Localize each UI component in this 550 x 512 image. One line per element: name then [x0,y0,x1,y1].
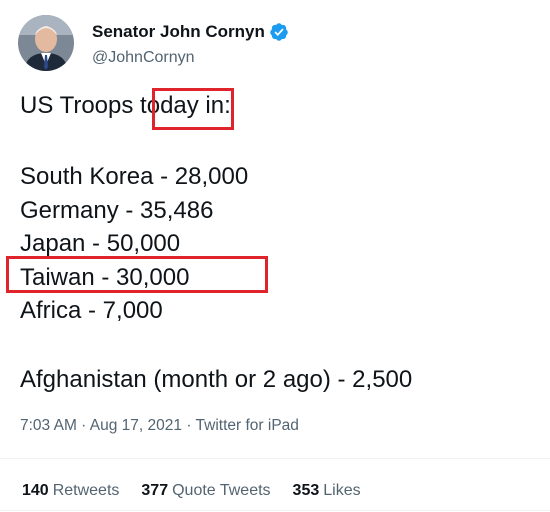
highlight-box-today [152,88,234,130]
retweets-stat[interactable]: 140 Retweets [22,482,119,500]
divider [0,458,550,459]
name-row: Senator John Cornyn [92,20,289,44]
avatar[interactable] [18,15,74,71]
user-handle[interactable]: @JohnCornyn [92,49,289,67]
list-item-africa: Africa - 7,000 [20,297,163,324]
avatar-image [18,15,74,71]
list-item-germany: Germany - 35,486 [20,196,214,224]
quote-tweets-stat[interactable]: 377 Quote Tweets [141,482,270,500]
divider [0,510,550,511]
tweet-date[interactable]: Aug 17, 2021 [90,417,182,434]
tweet-header: Senator John Cornyn @JohnCornyn [18,12,289,74]
highlight-box-taiwan [6,256,268,293]
quote-tweets-label: Quote Tweets [172,482,271,499]
display-name[interactable]: Senator John Cornyn [92,22,265,42]
user-names: Senator John Cornyn @JohnCornyn [92,20,289,67]
meta-separator: · [182,417,196,434]
verified-badge-icon [269,22,289,42]
tweet-time[interactable]: 7:03 AM [20,417,77,434]
meta-separator: · [76,417,90,434]
retweets-label: Retweets [52,482,120,499]
likes-count: 353 [292,482,320,499]
list-item-south-korea: South Korea - 28,000 [20,163,249,190]
troop-list: South Korea - 28,000 Germany - 35,486 Ja… [20,160,248,328]
tweet-stats: 140 Retweets 377 Quote Tweets 353 Likes [22,482,383,500]
likes-label: Likes [323,482,361,499]
intro-before: US Troops [20,92,141,119]
tweet-line-afghanistan: Afghanistan (month or 2 ago) - 2,500 [20,366,413,393]
retweets-count: 140 [22,482,49,499]
tweet-card: Senator John Cornyn @JohnCornyn US Troop… [0,0,550,512]
tweet-source[interactable]: Twitter for iPad [196,417,299,434]
quote-tweets-count: 377 [141,482,169,499]
tweet-meta: 7:03 AM · Aug 17, 2021 · Twitter for iPa… [20,417,299,435]
likes-stat[interactable]: 353 Likes [293,482,361,500]
